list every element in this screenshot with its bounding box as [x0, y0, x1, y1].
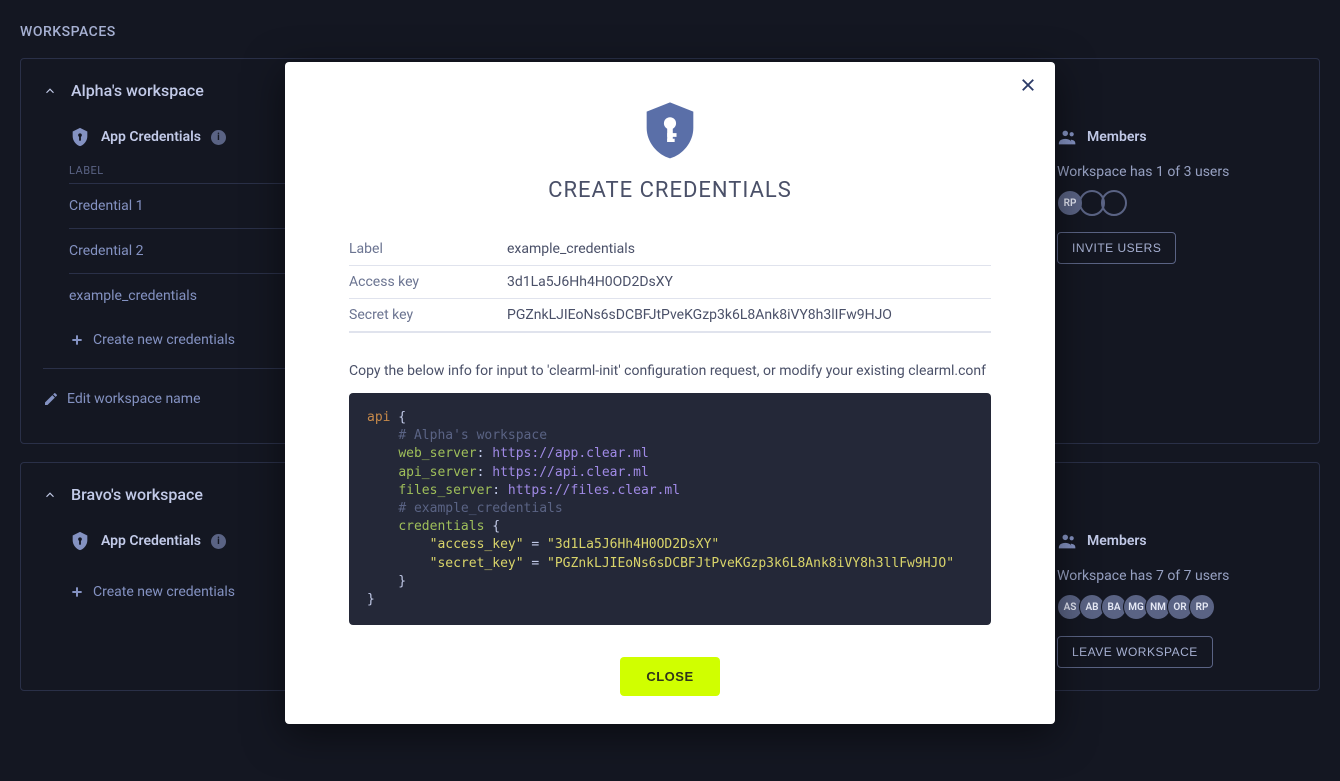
leave-workspace-button[interactable]: LEAVE WORKSPACE [1057, 636, 1213, 668]
detail-value: example_credentials [507, 241, 635, 257]
info-icon[interactable]: i [211, 534, 226, 549]
plus-icon [69, 584, 85, 600]
detail-value: PGZnkLJIEoNs6sDCBFJtPveKGzp3k6L8Ank8iVY8… [507, 307, 892, 323]
app-credentials-title: App Credentials [101, 129, 201, 145]
detail-value: 3d1La5J6Hh4H0OD2DsXY [507, 274, 673, 290]
info-icon[interactable]: i [211, 130, 226, 145]
group-icon [1057, 126, 1079, 148]
modal-title: CREATE CREDENTIALS [548, 178, 792, 203]
members-count: Workspace has 1 of 3 users [1057, 164, 1297, 180]
workspace-name: Bravo's workspace [71, 485, 203, 504]
pencil-icon [43, 391, 59, 407]
plus-icon [69, 332, 85, 348]
group-icon [1057, 530, 1079, 552]
shield-icon [69, 530, 91, 552]
detail-label: Access key [349, 274, 507, 290]
create-credentials-label: Create new credentials [93, 584, 235, 600]
member-avatars: AS AB BA MG NM OR RP [1057, 594, 1297, 620]
config-code-block[interactable]: api { # Alpha's workspace web_server: ht… [349, 393, 991, 625]
app-credentials-title: App Credentials [101, 533, 201, 549]
avatar: RP [1189, 594, 1215, 620]
detail-row-secret-key: Secret key PGZnkLJIEoNs6sDCBFJtPveKGzp3k… [349, 299, 991, 332]
chevron-up-icon [43, 84, 57, 98]
close-button[interactable]: CLOSE [620, 657, 719, 696]
detail-row-access-key: Access key 3d1La5J6Hh4H0OD2DsXY [349, 266, 991, 299]
members-title: Members [1087, 533, 1147, 549]
detail-label: Secret key [349, 307, 507, 323]
shield-key-icon [642, 100, 698, 162]
shield-icon [69, 126, 91, 148]
member-avatars: RP [1057, 190, 1297, 216]
create-credentials-label: Create new credentials [93, 332, 235, 348]
workspace-name: Alpha's workspace [71, 81, 204, 100]
invite-users-button[interactable]: INVITE USERS [1057, 232, 1176, 264]
avatar-empty [1101, 190, 1127, 216]
detail-row-label: Label example_credentials [349, 233, 991, 266]
page-title: WORKSPACES [0, 0, 1340, 40]
edit-workspace-label: Edit workspace name [67, 391, 201, 407]
chevron-up-icon [43, 488, 57, 502]
detail-label: Label [349, 241, 507, 257]
close-icon[interactable] [1019, 76, 1037, 98]
members-title: Members [1087, 129, 1147, 145]
members-count: Workspace has 7 of 7 users [1057, 568, 1297, 584]
create-credentials-modal: CREATE CREDENTIALS Label example_credent… [285, 62, 1055, 724]
copy-note: Copy the below info for input to 'clearm… [285, 351, 1055, 393]
